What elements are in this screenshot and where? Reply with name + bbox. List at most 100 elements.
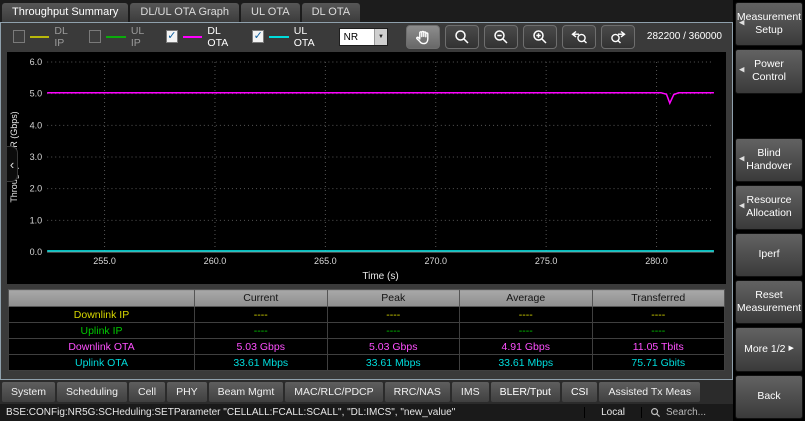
- search-icon: [650, 407, 661, 418]
- tab-phy[interactable]: PHY: [167, 382, 207, 402]
- svg-text:270.0: 270.0: [424, 256, 447, 266]
- svg-text:1.0: 1.0: [30, 215, 43, 225]
- tab-system[interactable]: System: [2, 382, 55, 402]
- svg-text:3.0: 3.0: [30, 152, 43, 162]
- zoom-out-icon: [491, 28, 511, 46]
- tab-assisted-tx-meas[interactable]: Assisted Tx Meas: [599, 382, 700, 402]
- cell-current: 5.03 Gbps: [195, 339, 328, 355]
- left-arrow-icon: ◀: [739, 203, 744, 212]
- cell-transferred: 11.05 Tbits: [592, 339, 725, 355]
- table-header-current: Current: [195, 290, 328, 307]
- cell-transferred: ----: [592, 323, 725, 339]
- throughput-summary-panel: DL IP UL IP ✓ DL OTA ✓ UL OTA: [0, 22, 733, 380]
- table-row-downlink-ota: Downlink OTA 5.03 Gbps 5.03 Gbps 4.91 Gb…: [9, 339, 725, 355]
- svg-text:260.0: 260.0: [204, 256, 227, 266]
- cell-current: ----: [195, 307, 328, 323]
- tab-dlul-ota-graph[interactable]: DL/UL OTA Graph: [130, 3, 239, 22]
- scpi-command-text: BSE:CONFig:NR5G:SCHeduling:SETParameter …: [0, 407, 584, 418]
- search-box[interactable]: Search...: [641, 407, 733, 418]
- svg-text:5.0: 5.0: [30, 89, 43, 99]
- tab-scheduling[interactable]: Scheduling: [57, 382, 127, 402]
- svg-text:280.0: 280.0: [645, 256, 668, 266]
- button-label: More 1/2: [744, 343, 785, 356]
- more-button[interactable]: More 1/2 ▶: [735, 327, 803, 371]
- svg-text:255.0: 255.0: [93, 256, 116, 266]
- svg-text:6.0: 6.0: [30, 57, 43, 67]
- throughput-chart[interactable]: 0.01.02.03.04.05.06.0255.0260.0265.0270.…: [7, 52, 726, 284]
- tab-csi[interactable]: CSI: [562, 382, 598, 402]
- pan-hand-icon: [413, 28, 433, 46]
- cell-current: 33.61 Mbps: [195, 355, 328, 371]
- chevron-down-icon: ▼: [374, 29, 387, 45]
- tab-rrc-nas[interactable]: RRC/NAS: [385, 382, 450, 402]
- reset-measurement-button[interactable]: Reset Measurement: [735, 280, 803, 324]
- main-column: Throughput Summary DL/UL OTA Graph UL OT…: [0, 0, 733, 421]
- tab-beam-mgmt[interactable]: Beam Mgmt: [209, 382, 284, 402]
- zoom-redo-button[interactable]: [601, 25, 635, 49]
- pan-tool-button[interactable]: [406, 25, 440, 49]
- throughput-table: Current Peak Average Transferred Downlin…: [8, 289, 725, 371]
- resource-allocation-button[interactable]: ◀ Resource Allocation: [735, 185, 803, 229]
- table-row-downlink-ip: Downlink IP ---- ---- ---- ----: [9, 307, 725, 323]
- collapse-handle[interactable]: ‹: [7, 146, 18, 182]
- legend-ul-ip: UL IP: [89, 25, 153, 49]
- measurement-setup-button[interactable]: ◀ Measurement Setup: [735, 2, 803, 46]
- legend-toolbar-row: DL IP UL IP ✓ DL OTA ✓ UL OTA: [1, 23, 732, 50]
- zoom-select-button[interactable]: [445, 25, 479, 49]
- ul-ota-swatch: [269, 36, 289, 38]
- button-label: Reset Measurement: [737, 289, 801, 315]
- tab-bler-tput[interactable]: BLER/Tput: [491, 382, 560, 402]
- ul-ip-swatch: [106, 36, 126, 38]
- zoom-undo-button[interactable]: [562, 25, 596, 49]
- ul-ip-checkbox[interactable]: [89, 30, 101, 43]
- cell-average: ----: [460, 323, 593, 339]
- tab-throughput-summary[interactable]: Throughput Summary: [2, 3, 128, 22]
- ul-ip-label: UL IP: [131, 25, 154, 49]
- legend-dl-ip: DL IP: [13, 25, 77, 49]
- power-control-button[interactable]: ◀ Power Control: [735, 49, 803, 93]
- right-arrow-icon: ▶: [789, 345, 794, 354]
- button-label: Resource Allocation: [743, 194, 795, 220]
- row-label: Downlink IP: [9, 307, 195, 323]
- app-window: Throughput Summary DL/UL OTA Graph UL OT…: [0, 0, 805, 421]
- iperf-button[interactable]: Iperf: [735, 233, 803, 277]
- svg-text:0.0: 0.0: [30, 247, 43, 257]
- legend-dl-ota: ✓ DL OTA: [166, 25, 240, 49]
- cell-peak: ----: [327, 323, 460, 339]
- dl-ota-checkbox[interactable]: ✓: [166, 30, 178, 43]
- tab-dl-ota[interactable]: DL OTA: [302, 3, 361, 22]
- sample-counter: 282200 / 360000: [647, 31, 726, 42]
- x-axis-label: Time (s): [362, 271, 398, 282]
- empty-button-slot: [735, 97, 803, 135]
- table-header-row: Current Peak Average Transferred: [9, 290, 725, 307]
- zoom-in-button[interactable]: [523, 25, 557, 49]
- sidebar: ◀ Measurement Setup ◀ Power Control ◀ Bl…: [733, 0, 805, 421]
- back-button[interactable]: Back: [735, 375, 803, 419]
- table-header-transferred: Transferred: [592, 290, 725, 307]
- button-label: Iperf: [758, 248, 779, 261]
- dl-ip-swatch: [30, 36, 50, 38]
- zoom-out-button[interactable]: [484, 25, 518, 49]
- tab-cell[interactable]: Cell: [129, 382, 165, 402]
- button-label: Blind Handover: [743, 147, 795, 173]
- cell-average: 4.91 Gbps: [460, 339, 593, 355]
- blind-handover-button[interactable]: ◀ Blind Handover: [735, 138, 803, 182]
- tab-ul-ota[interactable]: UL OTA: [241, 3, 300, 22]
- zoom-in-icon: [530, 28, 550, 46]
- zoom-redo-icon: [608, 28, 628, 46]
- dl-ota-label: DL OTA: [207, 25, 240, 49]
- dl-ip-checkbox[interactable]: [13, 30, 25, 43]
- cell-average: ----: [460, 307, 593, 323]
- cell-peak: 5.03 Gbps: [327, 339, 460, 355]
- cell-current: ----: [195, 323, 328, 339]
- svg-text:275.0: 275.0: [535, 256, 558, 266]
- tech-selector-dropdown[interactable]: NR ▼: [339, 28, 388, 46]
- left-arrow-icon: ◀: [739, 156, 744, 165]
- left-arrow-icon: ◀: [739, 20, 744, 29]
- table-row-uplink-ota: Uplink OTA 33.61 Mbps 33.61 Mbps 33.61 M…: [9, 355, 725, 371]
- tab-ims[interactable]: IMS: [452, 382, 489, 402]
- tab-mac-rlc-pdcp[interactable]: MAC/RLC/PDCP: [285, 382, 382, 402]
- row-label: Downlink OTA: [9, 339, 195, 355]
- ul-ota-checkbox[interactable]: ✓: [252, 30, 264, 43]
- button-label: Power Control: [743, 58, 795, 84]
